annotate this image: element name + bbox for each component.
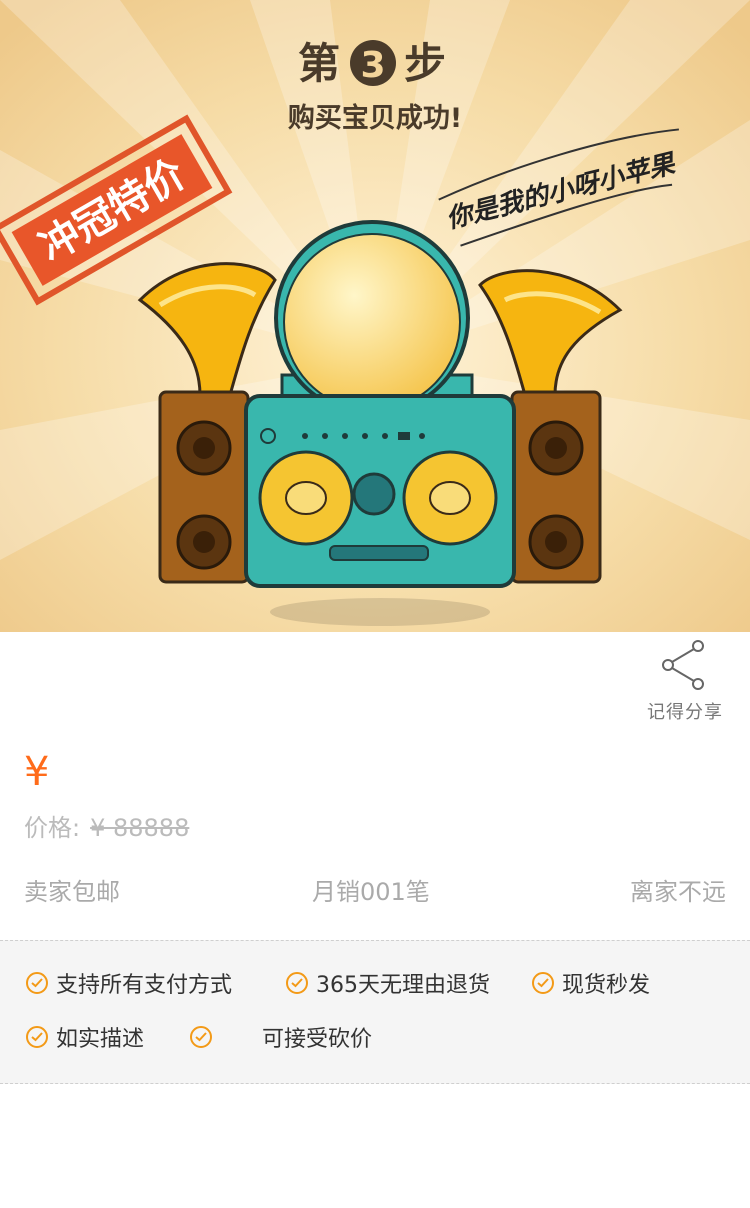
guarantee-item: 现货秒发	[532, 967, 650, 999]
sphere	[274, 220, 474, 416]
check-icon	[286, 972, 308, 994]
guarantee-item: 365天无理由退货	[286, 967, 490, 999]
hero-illustration: 第 3 步 购买宝贝成功! 冲冠特价 你是我的小呀小苹果	[0, 0, 750, 632]
check-icon	[26, 972, 48, 994]
guarantee-label: 现货秒发	[562, 973, 651, 998]
right-speaker	[510, 390, 602, 584]
share-button[interactable]: 记得分享	[640, 638, 730, 728]
guarantee-item: 支持所有支付方式	[26, 967, 232, 999]
check-icon	[532, 972, 554, 994]
left-speaker	[158, 390, 250, 584]
original-price-label: 价格:	[24, 814, 81, 842]
shipping-info: 卖家包邮	[24, 878, 120, 906]
distance-info: 离家不远	[630, 878, 726, 906]
guarantee-item: 可接受砍价	[262, 1021, 372, 1053]
monthly-sales: 月销001笔	[312, 878, 430, 906]
original-price: 价格: ¥ 88888	[24, 808, 189, 843]
guarantee-item: 如实描述	[26, 1021, 144, 1053]
check-icon	[190, 1026, 212, 1048]
step-subtitle: 购买宝贝成功!	[288, 102, 462, 134]
original-price-value: ¥ 88888	[90, 814, 190, 842]
share-icon	[662, 640, 704, 690]
guarantee-item	[190, 1021, 220, 1053]
step-title: 第 3 步	[298, 39, 446, 88]
svg-text:3: 3	[360, 45, 385, 86]
radio-body	[244, 394, 516, 588]
svg-text:第: 第	[298, 39, 340, 88]
guarantee-panel: 支持所有支付方式 365天无理由退货 现货秒发 如实描述 可接受砍价	[0, 940, 750, 1084]
hero-banner: 第 3 步 购买宝贝成功! 冲冠特价 你是我的小呀小苹果	[0, 0, 750, 632]
price-symbol: ¥	[24, 749, 50, 795]
guarantee-label: 可接受砍价	[262, 1027, 373, 1052]
check-icon	[26, 1026, 48, 1048]
guarantee-label: 365天无理由退货	[316, 973, 490, 998]
guarantee-label: 支持所有支付方式	[56, 973, 233, 998]
share-label: 记得分享	[647, 702, 723, 723]
svg-text:步: 步	[404, 39, 446, 88]
guarantee-label: 如实描述	[56, 1027, 145, 1052]
meta-row: 卖家包邮 月销001笔 离家不远	[24, 872, 726, 912]
